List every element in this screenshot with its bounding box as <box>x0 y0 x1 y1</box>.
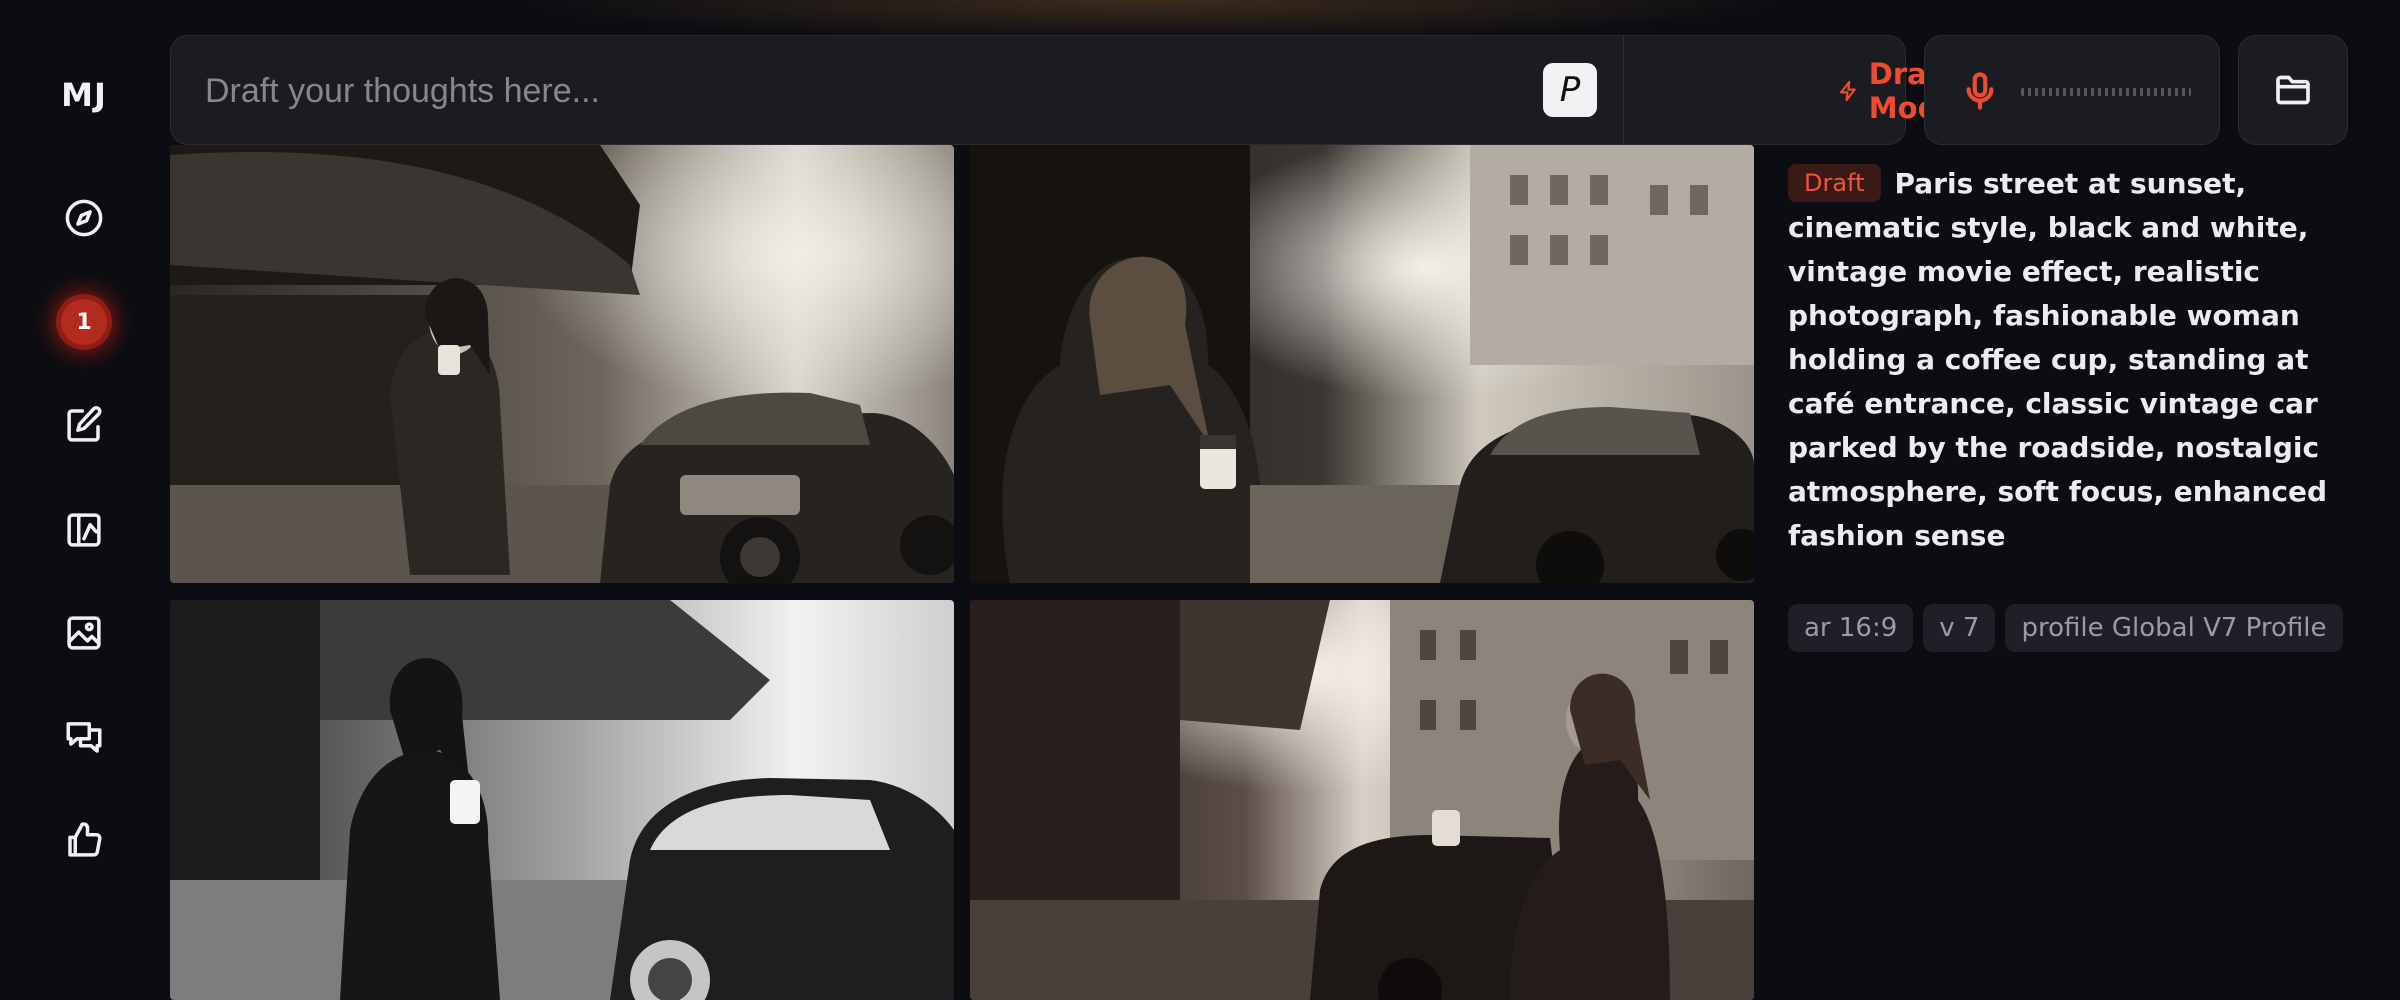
param-chip-version[interactable]: v 7 <box>1923 604 1996 652</box>
result-image-3[interactable] <box>170 600 954 1000</box>
voice-waveform <box>2021 88 2191 96</box>
sidebar-item-chat[interactable] <box>54 707 114 767</box>
prompt-bar: P Draft Mode <box>170 35 1958 146</box>
top-glow <box>0 0 2400 40</box>
result-image-1[interactable] <box>170 145 954 583</box>
thumbs-up-icon <box>68 822 102 857</box>
folder-icon <box>2276 75 2310 105</box>
chat-icon <box>66 722 102 753</box>
microphone-icon <box>1966 72 1994 110</box>
sidebar-item-personalize[interactable] <box>54 500 114 560</box>
compass-icon <box>65 199 103 237</box>
result-image-2[interactable] <box>970 145 1754 583</box>
sidebar-item-edit[interactable] <box>54 395 114 455</box>
sidebar: MJ 1 <box>0 0 168 1000</box>
personalize-icon <box>67 513 101 547</box>
microphone-button[interactable] <box>1959 70 2001 112</box>
parameter-chips: ar 16:9 v 7 profile Global V7 Profile <box>1788 604 2348 652</box>
prompt-text-block: Draft Paris street at sunset, cinematic s… <box>1788 162 2348 558</box>
result-image-4-picture <box>970 600 1754 1000</box>
sidebar-item-organize[interactable] <box>54 603 114 663</box>
sidebar-item-explore[interactable] <box>54 188 114 248</box>
prompt-input[interactable] <box>205 36 1505 146</box>
personalize-toggle-button[interactable]: P <box>1543 63 1597 117</box>
edit-icon <box>67 406 102 442</box>
prompt-text[interactable]: Paris street at sunset, cinematic style,… <box>1788 167 2327 552</box>
param-chip-profile[interactable]: profile Global V7 Profile <box>2005 604 2343 652</box>
result-image-4[interactable] <box>970 600 1754 1000</box>
result-image-2-picture <box>970 145 1754 583</box>
bar-divider <box>1623 36 1624 146</box>
queue-badge[interactable]: 1 <box>56 294 112 350</box>
details-panel: Draft Paris street at sunset, cinematic s… <box>1788 162 2348 652</box>
draft-tag: Draft <box>1788 164 1881 202</box>
voice-input-bar <box>1924 35 2220 145</box>
param-chip-aspect-ratio[interactable]: ar 16:9 <box>1788 604 1914 652</box>
sidebar-item-rank[interactable] <box>54 810 114 870</box>
app-logo[interactable]: MJ <box>0 76 168 114</box>
image-icon <box>67 616 101 650</box>
queue-count: 1 <box>61 299 107 345</box>
result-image-3-picture <box>170 600 954 1000</box>
folder-button[interactable] <box>2238 35 2348 145</box>
result-image-1-picture <box>170 145 954 583</box>
lightning-icon <box>1839 80 1856 102</box>
